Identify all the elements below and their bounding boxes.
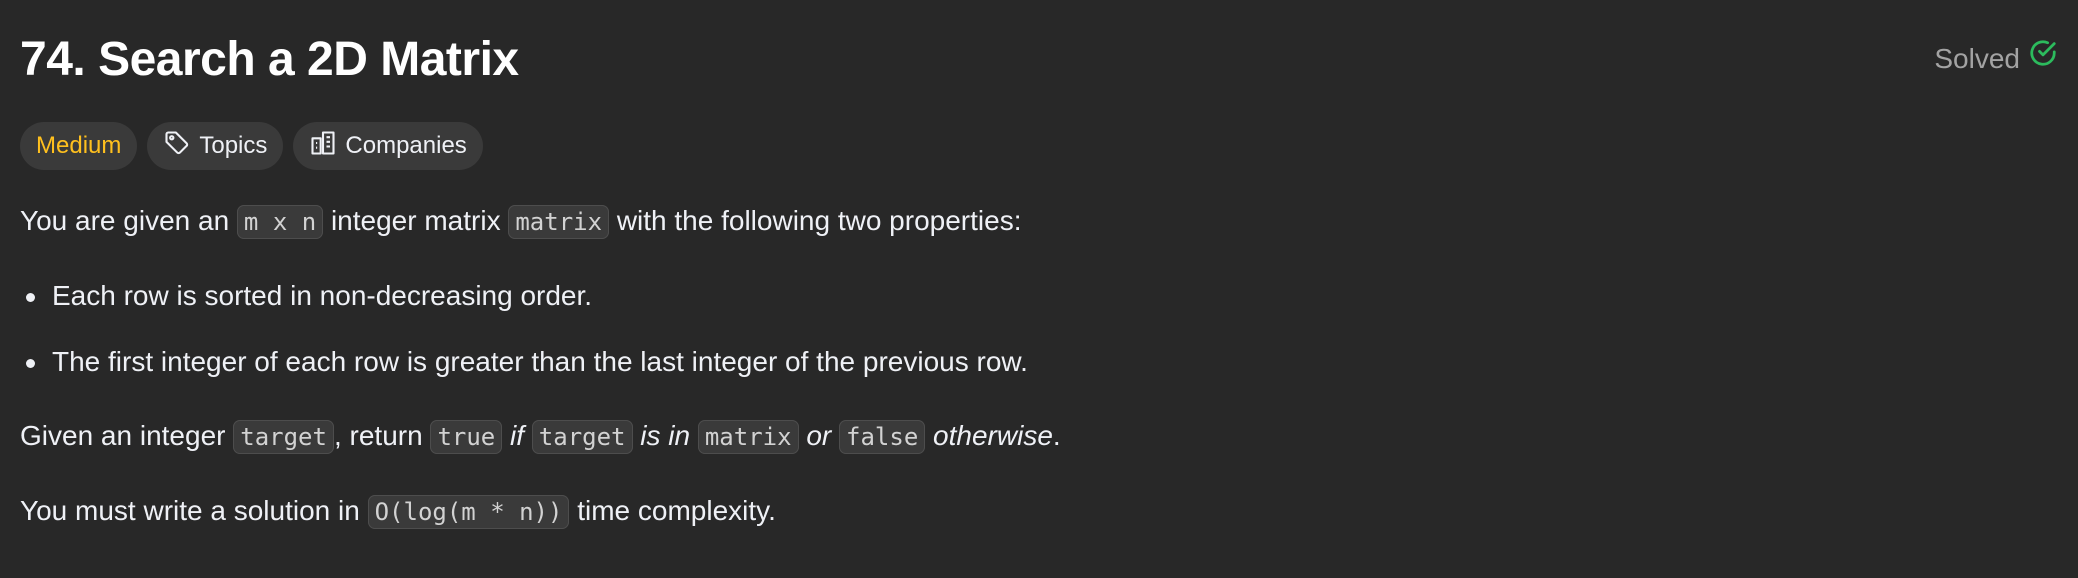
problem-tags: Medium Topics Companies [20,122,483,170]
inline-code: matrix [697,420,799,454]
description-paragraph: You must write a solution in O(log(m * n… [20,486,2050,537]
italic-text: or [798,420,840,451]
problem-title[interactable]: 74. Search a 2D Matrix [20,28,519,92]
text: . [1052,420,1061,451]
inline-code: O(log(m * n)) [367,495,570,529]
list-item: Each row is sorted in non-decreasing ord… [20,271,2050,321]
inline-code: false [839,420,926,454]
italic-text: if [502,420,532,451]
text: Given an integer [20,420,234,451]
italic-text: otherwise [925,420,1053,451]
solved-label: Solved [1934,42,2020,74]
check-circle-icon [2028,38,2058,79]
text: , return [333,420,431,451]
inline-code: target [233,420,334,454]
text: integer matrix [323,205,509,236]
inline-code: target [531,420,633,454]
problem-description: You are given an m x n integer matrix ma… [20,196,2050,561]
companies-button[interactable]: Companies [293,122,483,170]
description-paragraph: You are given an m x n integer matrix ma… [20,196,2050,247]
building-icon [309,129,337,164]
description-paragraph: Given an integer target, return true if … [20,411,2050,462]
difficulty-badge: Medium [20,122,138,170]
italic-text: is in [632,420,698,451]
text: You must write a solution in [20,495,368,526]
inline-code: matrix [508,205,610,239]
companies-label: Companies [345,132,467,159]
text: with the following two properties: [609,205,1022,236]
properties-list: Each row is sorted in non-decreasing ord… [20,271,2050,387]
tag-icon [163,129,191,164]
text: You are given an [20,205,237,236]
problem-header: 74. Search a 2D Matrix Solved [20,28,2058,92]
inline-code: true [430,420,503,454]
inline-code: m x n [236,205,324,239]
text: time complexity. [569,495,776,526]
solved-status: Solved [1934,38,2058,79]
topics-label: Topics [199,132,268,159]
list-item: The first integer of each row is greater… [20,337,2050,387]
topics-button[interactable]: Topics [147,122,284,170]
